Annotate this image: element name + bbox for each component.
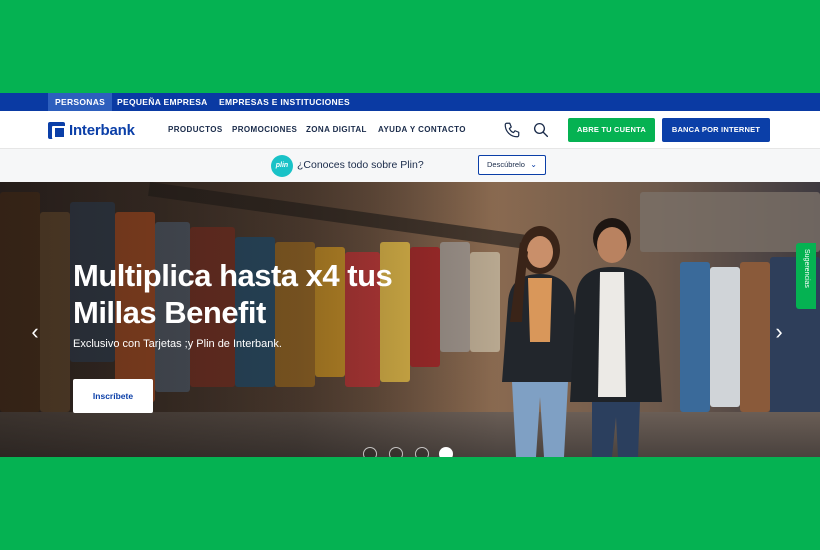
nav-ayuda-contacto[interactable]: AYUDA Y CONTACTO (378, 111, 466, 149)
nav-zona-digital[interactable]: ZONA DIGITAL (306, 111, 367, 149)
feedback-tab[interactable]: Sugerencias (796, 243, 816, 309)
inscribete-button[interactable]: Inscríbete (73, 379, 153, 413)
carousel-dot[interactable] (389, 447, 403, 457)
hero-title: Multiplica hasta x4 tus Millas Benefit (73, 258, 393, 330)
segment-personas[interactable]: PERSONAS (48, 93, 113, 111)
chevron-right-icon[interactable]: › (772, 321, 786, 343)
carousel-dot[interactable] (415, 447, 429, 457)
hero-carousel: Multiplica hasta x4 tus Millas Benefit E… (0, 182, 820, 457)
plin-logo: plin (271, 155, 293, 177)
carousel-dot-active[interactable] (439, 447, 453, 457)
discover-label: Descúbrelo (487, 160, 525, 169)
clothing-rack (740, 262, 770, 412)
hero-subtitle: Exclusivo con Tarjetas ;y Plin de Interb… (73, 338, 282, 350)
segment-empresas[interactable]: EMPRESAS E INSTITUCIONES (212, 93, 357, 111)
clothing-rack (710, 267, 740, 407)
segment-bar: PERSONAS PEQUEÑA EMPRESA EMPRESAS E INST… (0, 93, 820, 111)
plin-question: ¿Conoces todo sobre Plin? (297, 159, 424, 171)
segment-pequena-empresa[interactable]: PEQUEÑA EMPRESA (110, 93, 215, 111)
carousel-dot[interactable] (363, 447, 377, 457)
logo-text: Interbank (69, 121, 135, 139)
chevron-down-icon: ⌄ (530, 160, 537, 169)
nav-productos[interactable]: PRODUCTOS (168, 111, 223, 149)
plin-banner: plin ¿Conoces todo sobre Plin? Descúbrel… (0, 149, 820, 182)
browser-viewport: PERSONAS PEQUEÑA EMPRESA EMPRESAS E INST… (0, 93, 820, 457)
feedback-label: Sugerencias (803, 249, 810, 288)
interbank-logo[interactable]: Interbank (48, 120, 135, 140)
couple-photo (502, 218, 662, 457)
phone-icon[interactable] (503, 121, 521, 139)
internet-banking-button[interactable]: BANCA POR INTERNET (662, 118, 770, 142)
discover-dropdown-button[interactable]: Descúbrelo ⌄ (478, 155, 546, 175)
open-account-button[interactable]: ABRE TU CUENTA (568, 118, 655, 142)
nav-promociones[interactable]: PROMOCIONES (232, 111, 297, 149)
search-icon[interactable] (532, 121, 550, 139)
chevron-left-icon[interactable]: ‹ (28, 321, 42, 343)
main-nav: Interbank PRODUCTOS PROMOCIONES ZONA DIG… (0, 111, 820, 149)
logo-mark (48, 121, 66, 139)
